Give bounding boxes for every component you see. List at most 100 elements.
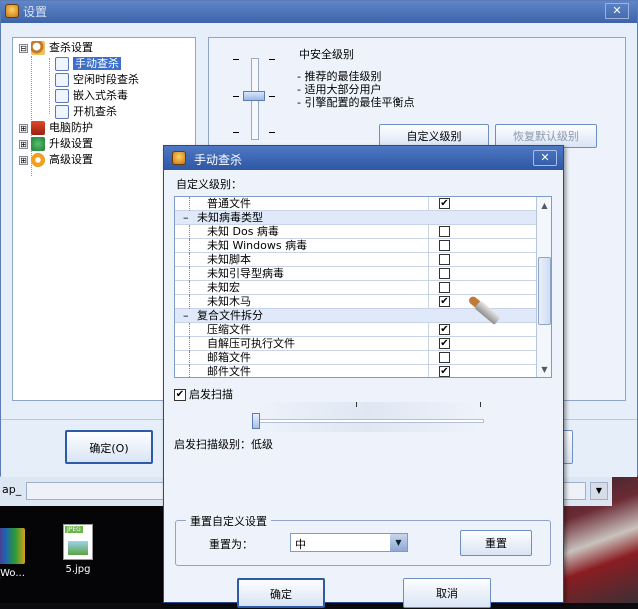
slider-tick bbox=[356, 402, 357, 407]
column-divider bbox=[428, 351, 429, 365]
security-level-title: 中安全级别 bbox=[299, 48, 354, 61]
heuristic-scan-option[interactable]: ✔ 启发扫描 bbox=[174, 386, 233, 402]
tree-item-scan-settings[interactable]: ⊟ 查杀设置 bbox=[19, 40, 93, 56]
heuristic-level-slider[interactable] bbox=[256, 419, 484, 423]
list-option-row[interactable]: 未知脚本 bbox=[175, 253, 536, 267]
level-description-line: - 推荐的最佳级别 bbox=[297, 70, 382, 83]
tree-connector bbox=[189, 337, 190, 351]
page-icon bbox=[55, 89, 69, 103]
tree-item-boot-scan[interactable]: 开机查杀 bbox=[55, 104, 117, 120]
expand-icon[interactable]: ⊞ bbox=[19, 155, 28, 165]
list-option-label: 未知 Windows 病毒 bbox=[207, 239, 308, 252]
desktop-icon-label: 5.jpg bbox=[65, 564, 91, 575]
tree-item-label: 嵌入式杀毒 bbox=[73, 89, 128, 102]
magnifier-icon bbox=[31, 41, 45, 55]
chevron-down-icon[interactable]: ▼ bbox=[390, 534, 407, 551]
tree-connector bbox=[189, 239, 190, 253]
option-checkbox[interactable]: ✔ bbox=[439, 198, 450, 209]
dialog-close-button[interactable]: ✕ bbox=[533, 150, 557, 166]
option-checkbox[interactable] bbox=[439, 226, 450, 237]
list-option-label: 自解压可执行文件 bbox=[207, 337, 295, 350]
tree-item-upgrade-settings[interactable]: ⊞ 升级设置 bbox=[19, 136, 93, 152]
option-checkbox[interactable]: ✔ bbox=[439, 338, 450, 349]
settings-ok-button[interactable]: 确定(O) bbox=[65, 430, 153, 464]
list-option-label: 未知宏 bbox=[207, 281, 240, 294]
list-option-row[interactable]: 压缩文件 ✔ bbox=[175, 323, 536, 337]
desktop-icon-jpg[interactable]: 5.jpg bbox=[46, 524, 110, 575]
tree-connector bbox=[189, 267, 190, 281]
tree-item-embedded-scan[interactable]: 嵌入式杀毒 bbox=[55, 88, 128, 104]
list-vertical-scrollbar[interactable]: ▲ ▼ bbox=[536, 197, 551, 377]
slider-tick bbox=[269, 132, 275, 133]
shield-icon bbox=[31, 121, 45, 135]
app-logo-icon bbox=[5, 4, 19, 18]
heuristic-scan-checkbox[interactable]: ✔ bbox=[174, 389, 186, 401]
list-option-row[interactable]: 未知宏 bbox=[175, 281, 536, 295]
column-divider bbox=[428, 337, 429, 351]
reset-custom-settings-group: 重置自定义设置 重置为： 中 ▼ 重置 bbox=[175, 513, 551, 566]
column-divider bbox=[428, 197, 429, 211]
list-option-row[interactable]: 普通文件 ✔ bbox=[175, 197, 536, 211]
option-checkbox[interactable] bbox=[439, 268, 450, 279]
desktop-icon-word[interactable]: _Wo... bbox=[0, 528, 42, 579]
tree-item-label: 开机查杀 bbox=[73, 105, 117, 118]
scroll-down-icon[interactable]: ▼ bbox=[537, 363, 551, 377]
reset-level-select[interactable]: 中 ▼ bbox=[290, 533, 408, 552]
level-description-line: - 适用大部分用户 bbox=[297, 83, 382, 96]
collapse-icon[interactable]: ⊟ bbox=[19, 43, 28, 53]
list-option-row[interactable]: 邮箱文件 bbox=[175, 351, 536, 365]
list-option-row[interactable]: 未知 Dos 病毒 bbox=[175, 225, 536, 239]
list-option-row[interactable]: 自解压可执行文件 ✔ bbox=[175, 337, 536, 351]
column-divider bbox=[428, 267, 429, 281]
tree-connector bbox=[49, 58, 50, 114]
reset-to-label: 重置为： bbox=[209, 538, 253, 551]
option-checkbox[interactable]: ✔ bbox=[439, 296, 450, 307]
list-group-row[interactable]: – 未知病毒类型 bbox=[175, 211, 536, 225]
settings-titlebar: 设置 ✕ bbox=[1, 1, 637, 23]
expand-icon[interactable]: ⊞ bbox=[19, 139, 28, 149]
collapse-icon[interactable]: – bbox=[183, 309, 189, 322]
page-icon bbox=[55, 73, 69, 87]
tree-item-idle-scan[interactable]: 空闲时段查杀 bbox=[55, 72, 139, 88]
option-checkbox[interactable] bbox=[439, 352, 450, 363]
option-checkbox[interactable] bbox=[439, 240, 450, 251]
chevron-down-icon[interactable]: ▼ bbox=[590, 482, 608, 500]
expand-icon[interactable]: ⊞ bbox=[19, 123, 28, 133]
column-divider bbox=[428, 323, 429, 337]
jpeg-file-icon bbox=[63, 524, 93, 560]
dialog-cancel-button[interactable]: 取消 bbox=[403, 578, 491, 608]
heuristic-level-slider-thumb[interactable] bbox=[252, 413, 260, 429]
settings-window-title: 设置 bbox=[23, 5, 48, 19]
dialog-title: 手动查杀 bbox=[194, 153, 243, 167]
level-description-line: - 引擎配置的最佳平衡点 bbox=[297, 96, 415, 109]
tree-item-label: 升级设置 bbox=[49, 137, 93, 150]
desktop-icon-label: _Wo... bbox=[0, 568, 25, 579]
security-level-slider-thumb[interactable] bbox=[243, 91, 265, 101]
column-divider bbox=[428, 225, 429, 239]
tree-connector bbox=[189, 281, 190, 295]
option-checkbox[interactable] bbox=[439, 254, 450, 265]
collapse-icon[interactable]: – bbox=[183, 211, 189, 224]
scrollbar-thumb[interactable] bbox=[538, 257, 551, 325]
heuristic-level-slider-area bbox=[252, 402, 484, 432]
slider-tick bbox=[269, 96, 275, 97]
scroll-up-icon[interactable]: ▲ bbox=[537, 199, 551, 213]
tree-item-manual-scan[interactable]: 手动查杀 bbox=[55, 56, 121, 72]
dialog-titlebar: 手动查杀 ✕ bbox=[164, 146, 563, 170]
option-checkbox[interactable]: ✔ bbox=[439, 366, 450, 377]
option-checkbox[interactable]: ✔ bbox=[439, 324, 450, 335]
settings-close-button[interactable]: ✕ bbox=[605, 3, 629, 19]
tree-item-pc-protection[interactable]: ⊞ 电脑防护 bbox=[19, 120, 93, 136]
option-checkbox[interactable] bbox=[439, 282, 450, 293]
list-option-row[interactable]: 未知 Windows 病毒 bbox=[175, 239, 536, 253]
list-option-label: 未知脚本 bbox=[207, 253, 251, 266]
tree-connector bbox=[189, 295, 190, 309]
reset-button[interactable]: 重置 bbox=[460, 530, 532, 556]
list-option-row[interactable]: 邮件文件 ✔ bbox=[175, 365, 536, 377]
list-option-row[interactable]: 未知引导型病毒 bbox=[175, 267, 536, 281]
reset-level-value: 中 bbox=[295, 538, 306, 551]
tree-connector bbox=[189, 323, 190, 337]
dialog-ok-button[interactable]: 确定 bbox=[237, 578, 325, 608]
tree-connector bbox=[189, 197, 190, 211]
tree-item-advanced-settings[interactable]: ⊞ 高级设置 bbox=[19, 152, 93, 168]
